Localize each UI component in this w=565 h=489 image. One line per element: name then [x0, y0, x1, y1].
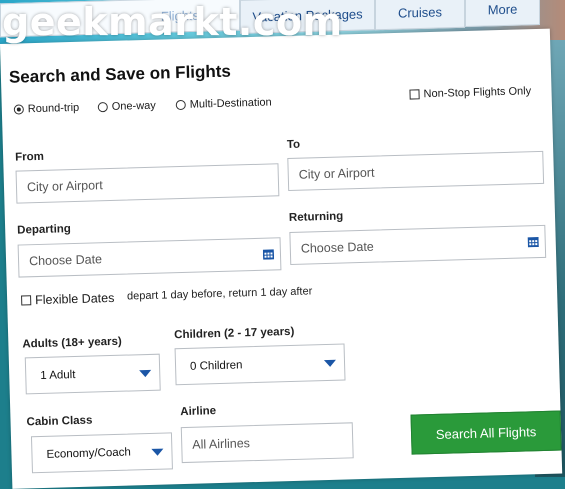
- tab-cruises[interactable]: Cruises: [375, 0, 465, 31]
- form-title: Search and Save on Flights: [8, 61, 232, 87]
- departing-placeholder: Choose Date: [28, 251, 103, 268]
- search-all-flights-label: Search All Flights: [435, 423, 537, 442]
- children-select[interactable]: 0 Children: [174, 343, 346, 386]
- returning-label: Returning: [288, 210, 344, 224]
- children-value: 0 Children: [189, 358, 243, 373]
- adults-value: 1 Adult: [40, 368, 76, 382]
- airline-label: Airline: [180, 405, 217, 419]
- children-label: Children (2 - 17 years): [174, 325, 295, 342]
- radio-one-way-label: One-way: [111, 99, 156, 113]
- from-input[interactable]: City or Airport: [15, 163, 280, 204]
- radio-multi-destination[interactable]: Multi-Destination: [175, 96, 272, 111]
- cabin-class-label: Cabin Class: [26, 414, 93, 429]
- adults-label: Adults (18+ years): [22, 335, 122, 351]
- airline-placeholder: All Airlines: [192, 436, 251, 452]
- to-input[interactable]: City or Airport: [287, 150, 545, 192]
- flexible-dates-checkbox[interactable]: Flexible Dates: [21, 291, 115, 308]
- tab-more-label: More: [487, 1, 518, 17]
- radio-multi-destination-indicator[interactable]: [175, 99, 186, 111]
- cabin-class-select[interactable]: Economy/Coach: [30, 432, 173, 474]
- departing-input[interactable]: Choose Date: [17, 237, 282, 278]
- nonstop-checkbox-box[interactable]: [409, 89, 420, 100]
- search-all-flights-button[interactable]: Search All Flights: [410, 410, 562, 455]
- calendar-icon-departing[interactable]: [262, 248, 275, 260]
- radio-one-way-indicator[interactable]: [97, 102, 108, 113]
- chevron-down-icon: [151, 448, 164, 456]
- calendar-icon-returning[interactable]: [527, 236, 539, 248]
- flexible-dates-note: depart 1 day before, return 1 day after: [126, 285, 313, 303]
- chevron-down-icon: [323, 359, 337, 368]
- radio-multi-destination-label: Multi-Destination: [189, 96, 272, 111]
- to-label: To: [286, 138, 301, 152]
- watermark: geekmarkt.com: [2, 0, 343, 44]
- tab-cruises-label: Cruises: [397, 3, 443, 21]
- from-label: From: [15, 150, 45, 164]
- adults-select[interactable]: 1 Adult: [24, 353, 161, 395]
- flexible-dates-label: Flexible Dates: [34, 290, 115, 308]
- flight-search-panel: Search and Save on Flights Round-trip On…: [0, 28, 563, 489]
- to-placeholder: City or Airport: [298, 165, 375, 182]
- returning-placeholder: Choose Date: [300, 239, 374, 256]
- airline-input[interactable]: All Airlines: [180, 422, 354, 464]
- flexible-dates-box[interactable]: [21, 295, 32, 306]
- tab-more[interactable]: More: [465, 0, 540, 28]
- chevron-down-icon: [139, 369, 152, 378]
- nonstop-checkbox[interactable]: Non-Stop Flights Only: [409, 85, 531, 100]
- radio-one-way[interactable]: One-way: [97, 99, 156, 114]
- cabin-class-value: Economy/Coach: [46, 446, 131, 461]
- radio-round-trip-label: Round-trip: [27, 101, 80, 116]
- from-placeholder: City or Airport: [26, 177, 103, 194]
- nonstop-checkbox-label: Non-Stop Flights Only: [423, 85, 532, 101]
- radio-round-trip-indicator[interactable]: [13, 104, 24, 115]
- radio-round-trip[interactable]: Round-trip: [13, 101, 80, 116]
- departing-label: Departing: [17, 223, 72, 237]
- returning-input[interactable]: Choose Date: [289, 224, 547, 265]
